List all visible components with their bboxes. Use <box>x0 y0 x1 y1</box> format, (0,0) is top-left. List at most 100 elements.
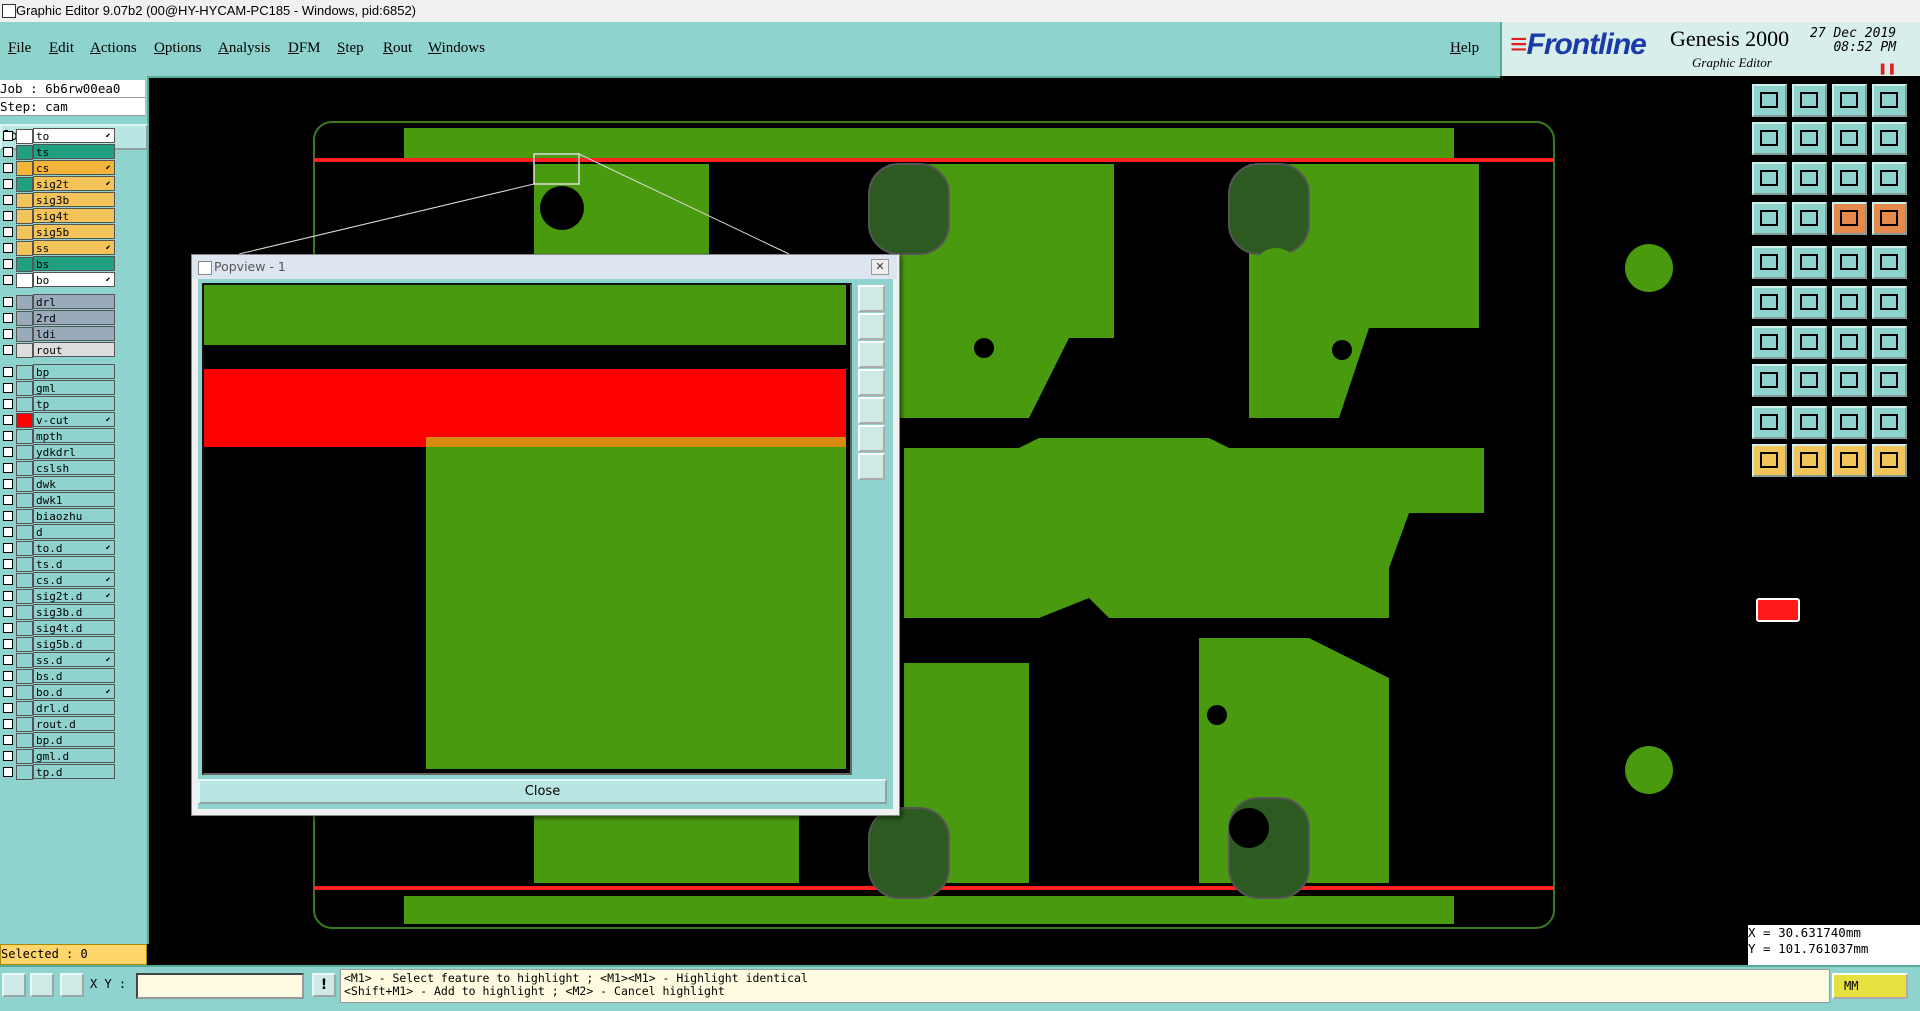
layer-color-swatch[interactable] <box>16 327 33 342</box>
layer-color-swatch[interactable] <box>16 461 33 476</box>
layer-checkbox[interactable] <box>3 329 13 339</box>
copy-icon[interactable] <box>1872 364 1907 397</box>
layer-checkbox[interactable] <box>3 543 13 553</box>
popview-close-button[interactable]: Close <box>198 779 887 804</box>
layer-row-sig3b[interactable]: sig3b <box>0 192 118 208</box>
layer-row-d[interactable]: d <box>0 524 118 540</box>
layer-name[interactable]: cs ⬋ <box>33 160 115 175</box>
layer-name[interactable]: gml.d <box>33 748 115 763</box>
layer-name[interactable]: gml <box>33 380 115 395</box>
menu-options[interactable]: Options <box>154 40 202 57</box>
layer-row-gml[interactable]: gml <box>0 380 118 396</box>
menu-file[interactable]: File <box>8 40 31 57</box>
layer-color-swatch[interactable] <box>16 749 33 764</box>
menu-dfm[interactable]: DFM <box>288 40 321 57</box>
layer-color-swatch[interactable] <box>16 717 33 732</box>
layer-row-biaozhu[interactable]: biaozhu <box>0 508 118 524</box>
page-right-icon[interactable] <box>1792 122 1827 155</box>
layer-name[interactable]: ss.d ⬋ <box>33 652 115 667</box>
popview-fit-icon[interactable] <box>858 425 885 452</box>
layer-name[interactable]: cs.d ⬋ <box>33 572 115 587</box>
layer-name[interactable]: d <box>33 524 115 539</box>
layer-checkbox[interactable] <box>3 687 13 697</box>
layer-color-swatch[interactable] <box>16 161 33 176</box>
layer-checkbox[interactable] <box>3 211 13 221</box>
layer-checkbox[interactable] <box>3 495 13 505</box>
line-icon[interactable] <box>1872 286 1907 319</box>
layer-row-to[interactable]: to ⬋ <box>0 128 118 144</box>
layer-row-ldi[interactable]: ldi <box>0 326 118 342</box>
layer-color-swatch[interactable] <box>16 653 33 668</box>
angle-icon[interactable] <box>1752 326 1787 359</box>
layer-checkbox[interactable] <box>3 751 13 761</box>
layer-row-drl.d[interactable]: drl.d <box>0 700 118 716</box>
layer-color-swatch[interactable] <box>16 343 33 358</box>
layer-row-cs[interactable]: cs ⬋ <box>0 160 118 176</box>
layer-row-tp.d[interactable]: tp.d <box>0 764 118 780</box>
layer-name[interactable]: drl.d <box>33 700 115 715</box>
layer-row-rout[interactable]: rout <box>0 342 118 358</box>
layer-row-sig4t[interactable]: sig4t <box>0 208 118 224</box>
select-cursor-2-icon[interactable] <box>1792 444 1827 477</box>
layer-row-bp.d[interactable]: bp.d <box>0 732 118 748</box>
layer-color-swatch[interactable] <box>16 621 33 636</box>
layer-color-swatch[interactable] <box>16 509 33 524</box>
layer-checkbox[interactable] <box>3 703 13 713</box>
layer-color-swatch[interactable] <box>16 311 33 326</box>
layer-checkbox[interactable] <box>3 671 13 681</box>
layer-color-swatch[interactable] <box>16 589 33 604</box>
layer-name[interactable]: dwk <box>33 476 115 491</box>
layer-color-swatch[interactable] <box>16 365 33 380</box>
layer-name[interactable]: bp.d <box>33 732 115 747</box>
layer-name[interactable]: sig5b.d <box>33 636 115 651</box>
layer-checkbox[interactable] <box>3 431 13 441</box>
layer-name[interactable]: ss ⬋ <box>33 240 115 255</box>
layer-name[interactable]: biaozhu <box>33 508 115 523</box>
grid-toggle-icon[interactable] <box>1792 202 1827 235</box>
line-red-icon[interactable] <box>1792 364 1827 397</box>
layer-color-swatch[interactable] <box>16 685 33 700</box>
layer-color-swatch[interactable] <box>16 429 33 444</box>
layer-checkbox[interactable] <box>3 559 13 569</box>
layer-row-sig2t.d[interactable]: sig2t.d ⬋ <box>0 588 118 604</box>
popview-zoom-icon[interactable] <box>858 285 885 312</box>
layer-name[interactable]: ts.d <box>33 556 115 571</box>
layer-color-swatch[interactable] <box>16 477 33 492</box>
menu-rout[interactable]: Rout <box>383 40 412 57</box>
layer-checkbox[interactable] <box>3 383 13 393</box>
layer-color-swatch[interactable] <box>16 273 33 288</box>
layer-name[interactable]: cslsh <box>33 460 115 475</box>
layer-row-bs[interactable]: bs <box>0 256 118 272</box>
layer-checkbox[interactable] <box>3 163 13 173</box>
draw-line-icon[interactable] <box>1792 326 1827 359</box>
popview-zoom-out-icon[interactable] <box>858 453 885 480</box>
layer-name[interactable]: rout <box>33 342 115 357</box>
layer-color-swatch[interactable] <box>16 295 33 310</box>
layer-row-bo[interactable]: bo ⬋ <box>0 272 118 288</box>
layer-checkbox[interactable] <box>3 147 13 157</box>
layer-hl-icon[interactable] <box>1832 202 1867 235</box>
step-icon[interactable] <box>1832 364 1867 397</box>
layer-checkbox[interactable] <box>3 767 13 777</box>
layer-name[interactable]: sig2t.d ⬋ <box>33 588 115 603</box>
layer-checkbox[interactable] <box>3 527 13 537</box>
home-icon[interactable] <box>1832 84 1867 117</box>
a-shape-2-icon[interactable] <box>1872 406 1907 439</box>
layer-name[interactable]: v-cut ⬋ <box>33 412 115 427</box>
add-pad-icon[interactable] <box>1752 246 1787 279</box>
layer-row-sig4t.d[interactable]: sig4t.d <box>0 620 118 636</box>
arrow-up-icon[interactable] <box>1792 406 1827 439</box>
layer-name[interactable]: rout.d <box>33 716 115 731</box>
select-cursor-3-icon[interactable] <box>1832 444 1867 477</box>
a-shape-icon[interactable] <box>1832 406 1867 439</box>
layer-name[interactable]: 2rd <box>33 310 115 325</box>
connect-icon[interactable] <box>1752 286 1787 319</box>
layer-row-ss[interactable]: ss ⬋ <box>0 240 118 256</box>
layer-color-swatch[interactable] <box>16 573 33 588</box>
layer-color-swatch[interactable] <box>16 193 33 208</box>
layer-checkbox[interactable] <box>3 275 13 285</box>
layer-checkbox[interactable] <box>3 511 13 521</box>
layer-row-drl[interactable]: drl <box>0 294 118 310</box>
layer-color-swatch[interactable] <box>16 733 33 748</box>
layer-color-swatch[interactable] <box>16 257 33 272</box>
